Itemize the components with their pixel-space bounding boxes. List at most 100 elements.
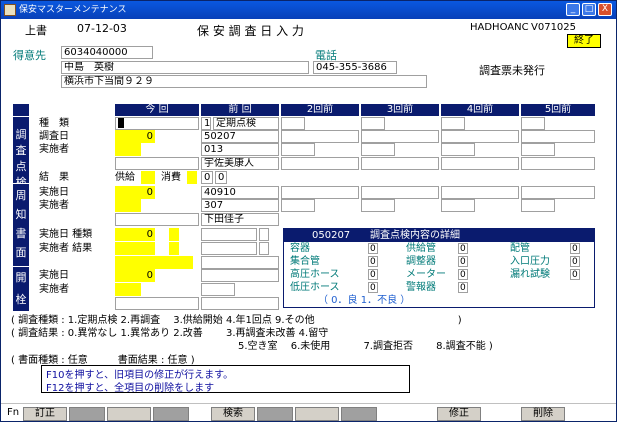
item-value[interactable]: 0 bbox=[458, 256, 468, 267]
kind-current-field[interactable] bbox=[115, 117, 199, 130]
survey-date-prev3 bbox=[361, 130, 439, 143]
survey-date-label: 調査日 bbox=[39, 131, 69, 142]
consume-label: 消費 bbox=[161, 172, 181, 183]
col-prev5: 5回前 bbox=[521, 104, 595, 116]
open-name-current bbox=[115, 297, 199, 310]
popup-title: 調査点検内容の詳細 bbox=[370, 230, 460, 241]
phone-field[interactable]: 045-355-3686 bbox=[313, 61, 397, 74]
f8-button[interactable] bbox=[341, 407, 377, 421]
item-value[interactable]: 0 bbox=[368, 243, 378, 254]
doc-kind-current[interactable]: 0 bbox=[115, 228, 155, 241]
doc-result-label: 実施者 結果 bbox=[39, 243, 93, 254]
survey-date-prev5 bbox=[521, 130, 595, 143]
open-person-prev bbox=[201, 283, 235, 296]
survey-date-current[interactable]: 0 bbox=[115, 130, 155, 143]
item-value[interactable]: 0 bbox=[368, 269, 378, 280]
doc-kind-label: 実施日 種類 bbox=[39, 229, 93, 240]
notice-date-prev: 40910 bbox=[201, 186, 279, 199]
doc-result-prev bbox=[201, 242, 257, 255]
doc-kind-prev-sub bbox=[259, 228, 269, 241]
open-date-current[interactable]: 0 bbox=[115, 269, 155, 282]
item-label: 入口圧力 bbox=[510, 256, 550, 267]
side-shuchi: 周知書面 bbox=[13, 184, 29, 266]
customer-address-field[interactable]: 横浜市下当間９２９ bbox=[61, 75, 427, 88]
kind-prev2a bbox=[281, 117, 305, 130]
f4-button[interactable] bbox=[153, 407, 189, 421]
surveyor-name-prev3 bbox=[361, 157, 439, 170]
f6-button[interactable] bbox=[257, 407, 293, 421]
customer-label: 得意先 bbox=[13, 49, 46, 62]
customer-name-field[interactable]: 中島 英樹 bbox=[61, 61, 309, 74]
f5-search-button[interactable]: 検索 bbox=[211, 407, 255, 421]
f9-modify-button[interactable]: 修正 bbox=[437, 407, 481, 421]
user-id: HADHOANC bbox=[470, 22, 529, 33]
side-kaisen: 開栓 bbox=[13, 267, 29, 311]
f2-button[interactable] bbox=[69, 407, 105, 421]
item-label: 警報器 bbox=[406, 282, 436, 293]
main-window: 保安マスターメンテナンス _ □ X 上書 07-12-03 保 安 調 査 日… bbox=[0, 0, 617, 422]
open-date-prev bbox=[201, 269, 279, 282]
item-label: 配管 bbox=[510, 243, 530, 254]
item-value[interactable]: 0 bbox=[570, 269, 580, 280]
kind-prev-code: 1 bbox=[201, 117, 211, 130]
col-prev2: 2回前 bbox=[281, 104, 359, 116]
supply-result-current[interactable] bbox=[141, 171, 155, 184]
item-value[interactable]: 0 bbox=[368, 256, 378, 267]
f7-button[interactable] bbox=[295, 407, 339, 421]
notice-date-current[interactable]: 0 bbox=[115, 186, 155, 199]
notice-date-prev2 bbox=[281, 186, 359, 199]
doc-kind-prev bbox=[201, 228, 257, 241]
doc-kind-sub[interactable] bbox=[169, 228, 179, 241]
f1-correct-button[interactable]: 訂正 bbox=[23, 407, 67, 421]
customer-code-field[interactable]: 6034040000 bbox=[61, 46, 153, 59]
message-box: F10を押すと、旧項目の修正が行えます。 F12を押すと、全項目の削除をします bbox=[41, 365, 410, 394]
surveyor-name-prev5 bbox=[521, 157, 595, 170]
minimize-button[interactable]: _ bbox=[566, 3, 580, 16]
survey-date-prev2 bbox=[281, 130, 359, 143]
f11-delete-button[interactable]: 削除 bbox=[521, 407, 565, 421]
col-prev3: 3回前 bbox=[361, 104, 439, 116]
item-label: 集合管 bbox=[290, 256, 320, 267]
surveyor-name-prev: 宇佐美康人 bbox=[201, 157, 279, 170]
popup-code: 050207 bbox=[312, 230, 351, 241]
result-label: 結 果 bbox=[39, 172, 69, 183]
surveyor-prev5 bbox=[521, 143, 555, 156]
doc-result-current[interactable] bbox=[115, 242, 155, 255]
item-value[interactable]: 0 bbox=[458, 282, 468, 293]
item-value[interactable]: 0 bbox=[458, 243, 468, 254]
consume-result-current[interactable] bbox=[187, 171, 197, 184]
surveyor-prev: 013 bbox=[201, 143, 279, 156]
notice-person-prev4 bbox=[441, 199, 475, 212]
surveyor-prev2 bbox=[281, 143, 315, 156]
surveyor-name-prev2 bbox=[281, 157, 359, 170]
survey-date-prev4 bbox=[441, 130, 519, 143]
result-prev-a: 0 bbox=[201, 171, 213, 184]
kind-prev4a bbox=[441, 117, 465, 130]
notice-person-current[interactable] bbox=[115, 199, 141, 212]
item-value[interactable]: 0 bbox=[570, 256, 580, 267]
f3-button[interactable] bbox=[107, 407, 151, 421]
exit-button[interactable]: 終了 bbox=[567, 34, 601, 48]
item-value[interactable]: 0 bbox=[570, 243, 580, 254]
header-date: 07-12-03 bbox=[77, 22, 127, 35]
item-value[interactable]: 0 bbox=[368, 282, 378, 293]
notice-name-prev: 下田佳子 bbox=[201, 213, 279, 226]
maximize-button[interactable]: □ bbox=[582, 3, 596, 16]
kind-prev3a bbox=[361, 117, 385, 130]
doc-result-prev-sub bbox=[259, 242, 269, 255]
side-header bbox=[13, 104, 29, 116]
col-current: 今 回 bbox=[115, 104, 199, 116]
col-prev1: 前 回 bbox=[201, 104, 279, 116]
close-button[interactable]: X bbox=[598, 3, 612, 16]
item-value[interactable]: 0 bbox=[458, 269, 468, 280]
surveyor-name-current bbox=[115, 157, 199, 170]
doc-note-current[interactable] bbox=[115, 256, 193, 269]
doc-result-sub[interactable] bbox=[169, 242, 179, 255]
survey-status: 調査票未発行 bbox=[479, 64, 545, 77]
window-title: 保安マスターメンテナンス bbox=[19, 5, 127, 15]
kind-prev-text: 定期点検 bbox=[213, 117, 279, 130]
notice-date-prev4 bbox=[441, 186, 519, 199]
surveyor-current[interactable] bbox=[115, 143, 141, 156]
open-person-current[interactable] bbox=[115, 283, 141, 296]
version: V071025 bbox=[531, 22, 577, 33]
